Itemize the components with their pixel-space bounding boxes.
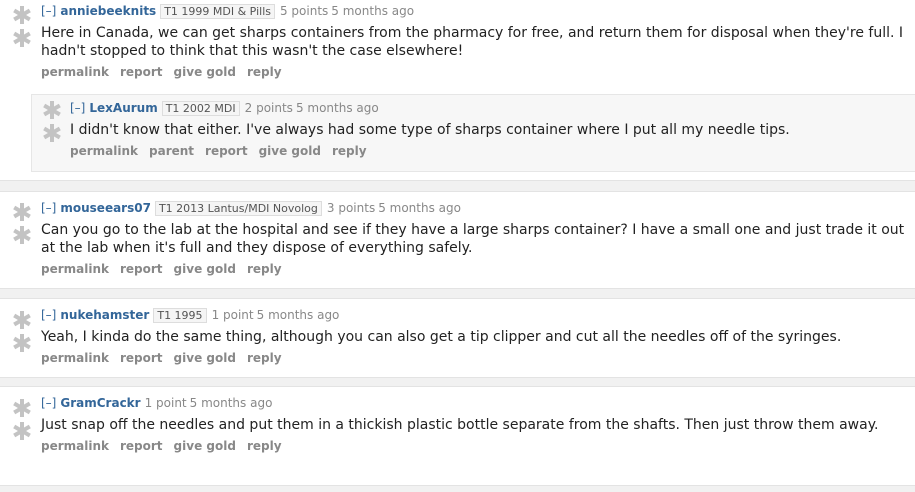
user-flair: T1 2013 Lantus/MDI Novolog [154,201,322,216]
user-flair: T1 1995 [153,308,207,323]
timestamp: 5 months ago [189,396,273,410]
permalink-button[interactable]: permalink [41,262,109,276]
report-button[interactable]: report [120,65,163,79]
upvote-icon[interactable] [11,309,33,331]
report-button[interactable]: report [120,351,163,365]
comment: [–] nukehamster T1 1995 1 point 5 months ago… [0,298,915,378]
user-flair: T1 1999 MDI & Pills [160,4,275,19]
give-gold-button[interactable]: give gold [174,439,236,453]
report-button[interactable]: report [120,439,163,453]
report-button[interactable]: report [120,262,163,276]
author-link[interactable]: GramCrackr [60,396,140,410]
comment-buttons: permalink parent report give gold reply [70,144,905,159]
vote-arrows [11,309,33,355]
vote-arrows [11,201,33,247]
upvote-icon[interactable] [11,397,33,419]
comment-buttons: permalink report give gold reply [41,262,905,277]
timestamp: 5 months ago [331,4,415,18]
give-gold-button[interactable]: give gold [174,351,236,365]
vote-arrows [41,99,63,145]
timestamp: 5 months ago [256,308,340,322]
collapse-toggle[interactable]: [–] [41,396,56,410]
author-link[interactable]: anniebeeknits [60,4,156,18]
reply-button[interactable]: reply [247,65,282,79]
comment-entry: [–] anniebeeknits T1 1999 MDI & Pills 5 poi… [41,4,905,80]
score: 5 points [279,4,329,18]
collapse-toggle[interactable]: [–] [41,308,56,322]
downvote-icon[interactable] [11,420,33,442]
permalink-button[interactable]: permalink [41,351,109,365]
give-gold-button[interactable]: give gold [259,144,321,158]
score: 2 points [244,101,293,115]
upvote-icon[interactable] [11,201,33,223]
author-link[interactable]: LexAurum [89,101,157,115]
tagline: [–] mouseears07 T1 2013 Lantus/MDI Novolog… [41,201,905,216]
reply-button[interactable]: reply [332,144,367,158]
parent-button[interactable]: parent [149,144,194,158]
vote-arrows [11,4,33,50]
vote-arrows [11,397,33,443]
downvote-icon[interactable] [11,332,33,354]
collapse-toggle[interactable]: [–] [70,101,85,115]
permalink-button[interactable]: permalink [70,144,138,158]
report-button[interactable]: report [205,144,248,158]
reply-button[interactable]: reply [247,262,282,276]
comment-buttons: permalink report give gold reply [41,65,905,80]
downvote-icon[interactable] [11,224,33,246]
comment-buttons: permalink report give gold reply [41,439,905,454]
upvote-icon[interactable] [11,4,33,26]
comment: [–] GramCrackr 1 point 5 months ago Just sn… [0,386,915,486]
comment-entry: [–] LexAurum T1 2002 MDI 2 points 5 months a… [70,101,905,159]
author-link[interactable]: mouseears07 [60,201,151,215]
permalink-button[interactable]: permalink [41,439,109,453]
score: 1 point [144,396,187,410]
comment: [–] mouseears07 T1 2013 Lantus/MDI Novolog… [0,191,915,289]
comment-body: Can you go to the lab at the hospital an… [41,222,905,256]
timestamp: 5 months ago [295,101,379,115]
comment-entry: [–] mouseears07 T1 2013 Lantus/MDI Novolog… [41,201,905,277]
user-flair: T1 2002 MDI [161,101,240,116]
score: 1 point [211,308,254,322]
upvote-icon[interactable] [41,99,63,121]
child-comment: [–] LexAurum T1 2002 MDI 2 points 5 months a… [31,94,915,172]
comment-body: Just snap off the needles and put them i… [41,417,879,433]
comment-buttons: permalink report give gold reply [41,351,905,366]
collapse-toggle[interactable]: [–] [41,201,56,215]
give-gold-button[interactable]: give gold [174,262,236,276]
comment-body: Yeah, I kinda do the same thing, althoug… [41,329,842,345]
score: 3 points [326,201,376,215]
comment: [–] anniebeeknits T1 1999 MDI & Pills 5 poi… [0,0,915,181]
comment-entry: [–] GramCrackr 1 point 5 months ago Just sn… [41,396,905,454]
author-link[interactable]: nukehamster [60,308,149,322]
tagline: [–] nukehamster T1 1995 1 point 5 months ago [41,308,905,323]
tagline: [–] LexAurum T1 2002 MDI 2 points 5 months a… [70,101,905,116]
permalink-button[interactable]: permalink [41,65,109,79]
downvote-icon[interactable] [11,27,33,49]
timestamp: 5 months ago [378,201,461,215]
comment-entry: [–] nukehamster T1 1995 1 point 5 months ago… [41,308,905,366]
tagline: [–] GramCrackr 1 point 5 months ago [41,396,905,411]
collapse-toggle[interactable]: [–] [41,4,56,18]
reply-button[interactable]: reply [247,439,282,453]
tagline: [–] anniebeeknits T1 1999 MDI & Pills 5 poi… [41,4,905,19]
give-gold-button[interactable]: give gold [174,65,236,79]
downvote-icon[interactable] [41,122,63,144]
comment-body: I didn't know that either. I've always h… [70,122,790,138]
comment-body: Here in Canada, we can get sharps contai… [41,25,903,59]
reply-button[interactable]: reply [247,351,282,365]
